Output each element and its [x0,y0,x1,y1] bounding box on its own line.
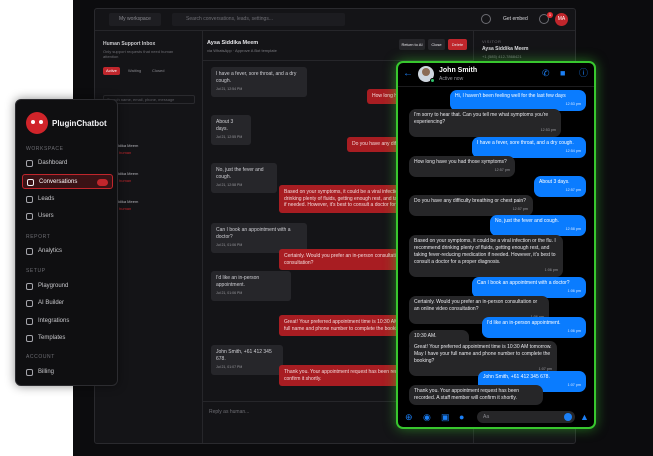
billing-icon [26,369,33,376]
sidebar-item-dashboard[interactable]: Dashboard [22,156,113,171]
online-indicator [430,78,435,83]
tab-closed[interactable]: Closed [149,67,167,75]
messenger-header: ← John Smith Active now ✆ ■ ⓘ [398,63,594,87]
message-bubble-sent: About 3 days. 12:57 pm [534,176,586,197]
users-icon [26,213,33,220]
chat-message: I have a fever, sore throat, and a dry c… [211,67,307,97]
section-report: REPORT [26,234,51,240]
thumbs-up-icon[interactable]: ▲ [580,412,589,422]
sidebar-item-ai-builder[interactable]: AI Builder [22,296,113,311]
visitor-phone: +1 (585) 412-7868421 [482,54,522,59]
chat-message: John Smith, +61 412 345 678. Jul 21, 01:0… [211,345,283,375]
close-button[interactable]: Close [428,39,445,50]
chat-contact-name: Aysa Siddika Meem [207,40,259,46]
conversations-badge [97,179,108,186]
back-arrow-icon[interactable]: ← [403,69,413,79]
message-bubble-received: How long have you had those symptoms? 12:… [409,156,515,177]
message-bubble-sent: Can I book an appointment with a doctor?… [472,277,586,298]
sidebar-item-templates[interactable]: Templates [22,331,113,346]
inbox-subtitle: Only support requests that need human at… [103,49,174,59]
message-bubble-received: I'm sorry to hear that. Can you tell me … [409,109,561,137]
screenshot-stage: My workspace Search conversations, leads… [0,0,653,456]
sidebar-item-playground[interactable]: Playground [22,279,113,294]
phone-call-icon[interactable]: ✆ [542,68,550,78]
contact-name: John Smith [439,67,478,74]
get-embed-button[interactable]: Get embed [493,13,533,26]
sidebar-item-conversations[interactable]: Conversations [22,174,113,189]
sidebar-item-users[interactable]: Users [22,209,113,224]
contact-status: Active now [439,76,464,82]
chat-message: About 3 days. Jul 21, 12:55 PM [211,115,251,145]
sidebar-item-analytics[interactable]: Analytics [22,244,113,259]
tab-waiting[interactable]: Waiting [125,67,144,75]
templates-icon [26,335,33,342]
dashboard-icon [26,160,33,167]
delete-button[interactable]: Delete [448,39,467,50]
camera-icon[interactable]: ◉ [423,412,431,422]
user-avatar[interactable]: MA [555,13,568,26]
message-composer: ⊕ ◉ ▣ ● Aa ▲ [398,407,594,427]
workspace-switcher[interactable]: My workspace [109,13,161,26]
chat-contact-source: via WhatsApp · Approve A Bot template [207,48,277,53]
chat-bubble-icon [27,179,34,186]
inbox-title: Human Support Inbox [103,41,156,47]
sidebar: PluginChatbot WORKSPACE Dashboard Conver… [15,99,118,386]
section-workspace: WORKSPACE [26,146,64,152]
message-bubble-sent: I have a fever, sore throat, and a dry c… [472,137,586,158]
brand-name: PluginChatbot [52,119,107,128]
visitor-label: VISITOR [482,39,502,44]
ai-builder-icon [26,300,33,307]
brand: PluginChatbot [26,110,111,136]
chat-message: No, just the fever and cough. Jul 21, 12:… [211,163,277,193]
sidebar-item-leads[interactable]: Leads [22,192,113,207]
message-bubble-received: Thank you. Your appointment request has … [409,385,543,405]
notification-badge: 1 [547,12,553,18]
sidebar-item-billing[interactable]: Billing [22,365,113,380]
analytics-icon [26,248,33,255]
message-bubble-received: Based on your symptoms, it could be a vi… [409,235,563,277]
image-icon[interactable]: ▣ [441,412,450,422]
chat-message: I'd like an in-person appointment. Jul 21… [211,271,291,301]
messenger-window: ← John Smith Active now ✆ ■ ⓘ Hi, I have… [396,61,596,429]
message-bubble-sent: Hi, I haven't been feeling well for the … [450,90,586,111]
emoji-icon[interactable] [564,413,572,421]
message-bubble-sent: No, just the fever and cough. 12:58 pm [490,215,586,236]
top-bar: My workspace Search conversations, leads… [95,9,575,31]
visitor-name: Aysa Siddika Meem [482,46,529,52]
brand-logo-icon [26,112,48,134]
section-account: ACCOUNT [26,354,55,360]
message-bubble-sent: I'd like an in-person appointment. 1:06 p… [482,317,586,338]
integrations-icon [26,318,33,325]
plus-icon[interactable]: ⊕ [405,412,413,422]
return-to-ai-button[interactable]: Return to AI [399,39,425,50]
playground-icon [26,283,33,290]
leads-icon [26,196,33,203]
section-setup: SETUP [26,268,46,274]
info-icon[interactable]: ⓘ [579,68,588,78]
chat-header: Aysa Siddika Meem via WhatsApp · Approve… [203,31,473,61]
sidebar-item-integrations[interactable]: Integrations [22,314,113,329]
help-icon[interactable] [481,14,491,24]
tab-active[interactable]: Active [103,67,120,75]
video-call-icon[interactable]: ■ [560,68,565,78]
global-search-input[interactable]: Search conversations, leads, settings... [172,13,345,26]
microphone-icon[interactable]: ● [459,412,464,422]
message-bubble-received: Do you have any difficulty breathing or … [409,195,533,216]
message-input[interactable]: Aa [477,411,575,423]
message-list: Hi, I haven't been feeling well for the … [398,87,594,407]
